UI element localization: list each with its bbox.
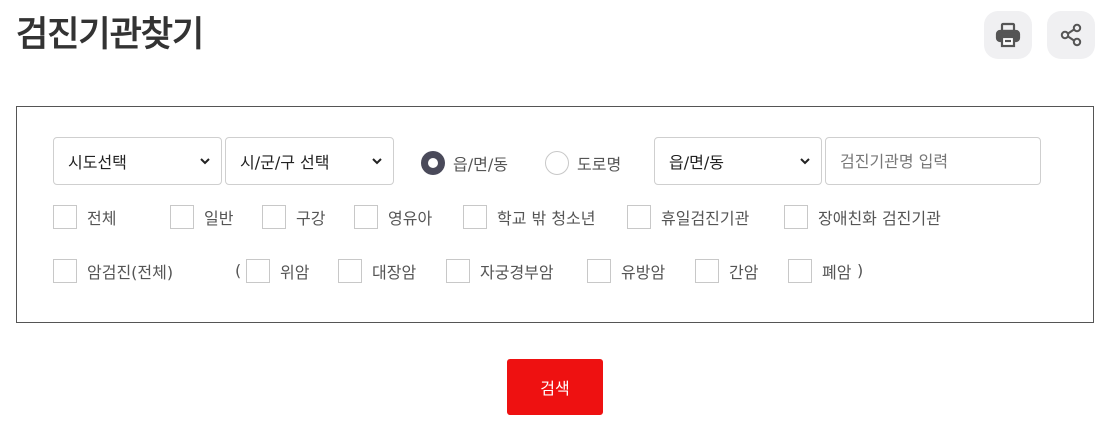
close-paren: ) — [857, 261, 864, 280]
checkbox-label: 학교 밖 청소년 — [497, 209, 596, 228]
checkbox-label: 전체 — [87, 209, 117, 228]
checkbox-oral[interactable]: 구강 — [262, 205, 325, 229]
checkbox-box — [784, 205, 808, 229]
checkbox-box — [53, 259, 77, 283]
chevron-down-icon — [800, 158, 810, 165]
checkbox-breast-cancer[interactable]: 유방암 — [587, 259, 665, 283]
chevron-down-icon — [200, 158, 210, 165]
checkbox-disability-friendly[interactable]: 장애친화 검진기관 — [784, 205, 941, 229]
checkbox-label: 유방암 — [621, 263, 666, 282]
checkbox-label: 암검진(전체) — [87, 263, 174, 282]
checkbox-label: 장애친화 검진기관 — [818, 209, 941, 228]
checkbox-box — [587, 259, 611, 283]
print-button[interactable] — [984, 11, 1032, 59]
institution-name-input[interactable] — [825, 137, 1041, 185]
checkbox-box — [354, 205, 378, 229]
checkbox-box — [170, 205, 194, 229]
sido-select-value: 시도선택 — [68, 153, 127, 172]
checkbox-cancer-all[interactable]: 암검진(전체) — [53, 259, 173, 283]
checkbox-label: 폐암 — [822, 263, 852, 282]
checkbox-box — [246, 259, 270, 283]
checkbox-colorectal-cancer[interactable]: 대장암 — [338, 259, 416, 283]
checkbox-general[interactable]: 일반 — [170, 205, 233, 229]
radio-label: 도로명 — [577, 155, 622, 174]
sido-select[interactable]: 시도선택 — [53, 137, 222, 185]
page-title: 검진기관찾기 — [16, 15, 204, 55]
print-icon — [995, 22, 1021, 48]
checkbox-box — [446, 259, 470, 283]
dong-select[interactable]: 읍/면/동 — [654, 137, 822, 185]
checkbox-box — [338, 259, 362, 283]
checkbox-all[interactable]: 전체 — [53, 205, 116, 229]
checkbox-label: 영유아 — [388, 209, 433, 228]
share-icon — [1060, 23, 1082, 47]
share-button[interactable] — [1047, 11, 1095, 59]
checkbox-label: 휴일검진기관 — [661, 209, 750, 228]
checkbox-cervical-cancer[interactable]: 자궁경부암 — [446, 259, 554, 283]
open-paren: ( — [235, 261, 242, 280]
checkbox-box — [463, 205, 487, 229]
checkbox-holiday-institution[interactable]: 휴일검진기관 — [627, 205, 749, 229]
chevron-down-icon — [372, 158, 382, 165]
checkbox-label: 구강 — [296, 209, 326, 228]
checkbox-label: 위암 — [280, 263, 310, 282]
sigungu-select-value: 시/군/구 선택 — [240, 153, 330, 172]
checkbox-box — [53, 205, 77, 229]
checkbox-label: 자궁경부암 — [480, 263, 554, 282]
checkbox-box — [695, 259, 719, 283]
checkbox-out-of-school-youth[interactable]: 학교 밖 청소년 — [463, 205, 596, 229]
checkbox-infant[interactable]: 영유아 — [354, 205, 432, 229]
dong-select-value: 읍/면/동 — [669, 153, 724, 172]
checkbox-liver-cancer[interactable]: 간암 — [695, 259, 758, 283]
checkbox-box — [262, 205, 286, 229]
search-filter-panel: 시도선택 시/군/구 선택 읍/면/동 도로명 읍/면/동 전체 일반 구강 영… — [16, 106, 1094, 323]
checkbox-label: 일반 — [204, 209, 234, 228]
radio-selected-indicator — [421, 151, 445, 175]
checkbox-box — [788, 259, 812, 283]
radio-eup-myeon-dong[interactable]: 읍/면/동 — [421, 151, 508, 175]
search-button[interactable]: 검색 — [507, 359, 603, 415]
radio-road-name[interactable]: 도로명 — [545, 151, 621, 175]
checkbox-lung-cancer[interactable]: 폐암 — [788, 259, 851, 283]
sigungu-select[interactable]: 시/군/구 선택 — [225, 137, 394, 185]
radio-label: 읍/면/동 — [453, 155, 508, 174]
radio-unselected-indicator — [545, 151, 569, 175]
checkbox-label: 대장암 — [372, 263, 417, 282]
checkbox-box — [627, 205, 651, 229]
checkbox-stomach-cancer[interactable]: 위암 — [246, 259, 309, 283]
checkbox-label: 간암 — [729, 263, 759, 282]
